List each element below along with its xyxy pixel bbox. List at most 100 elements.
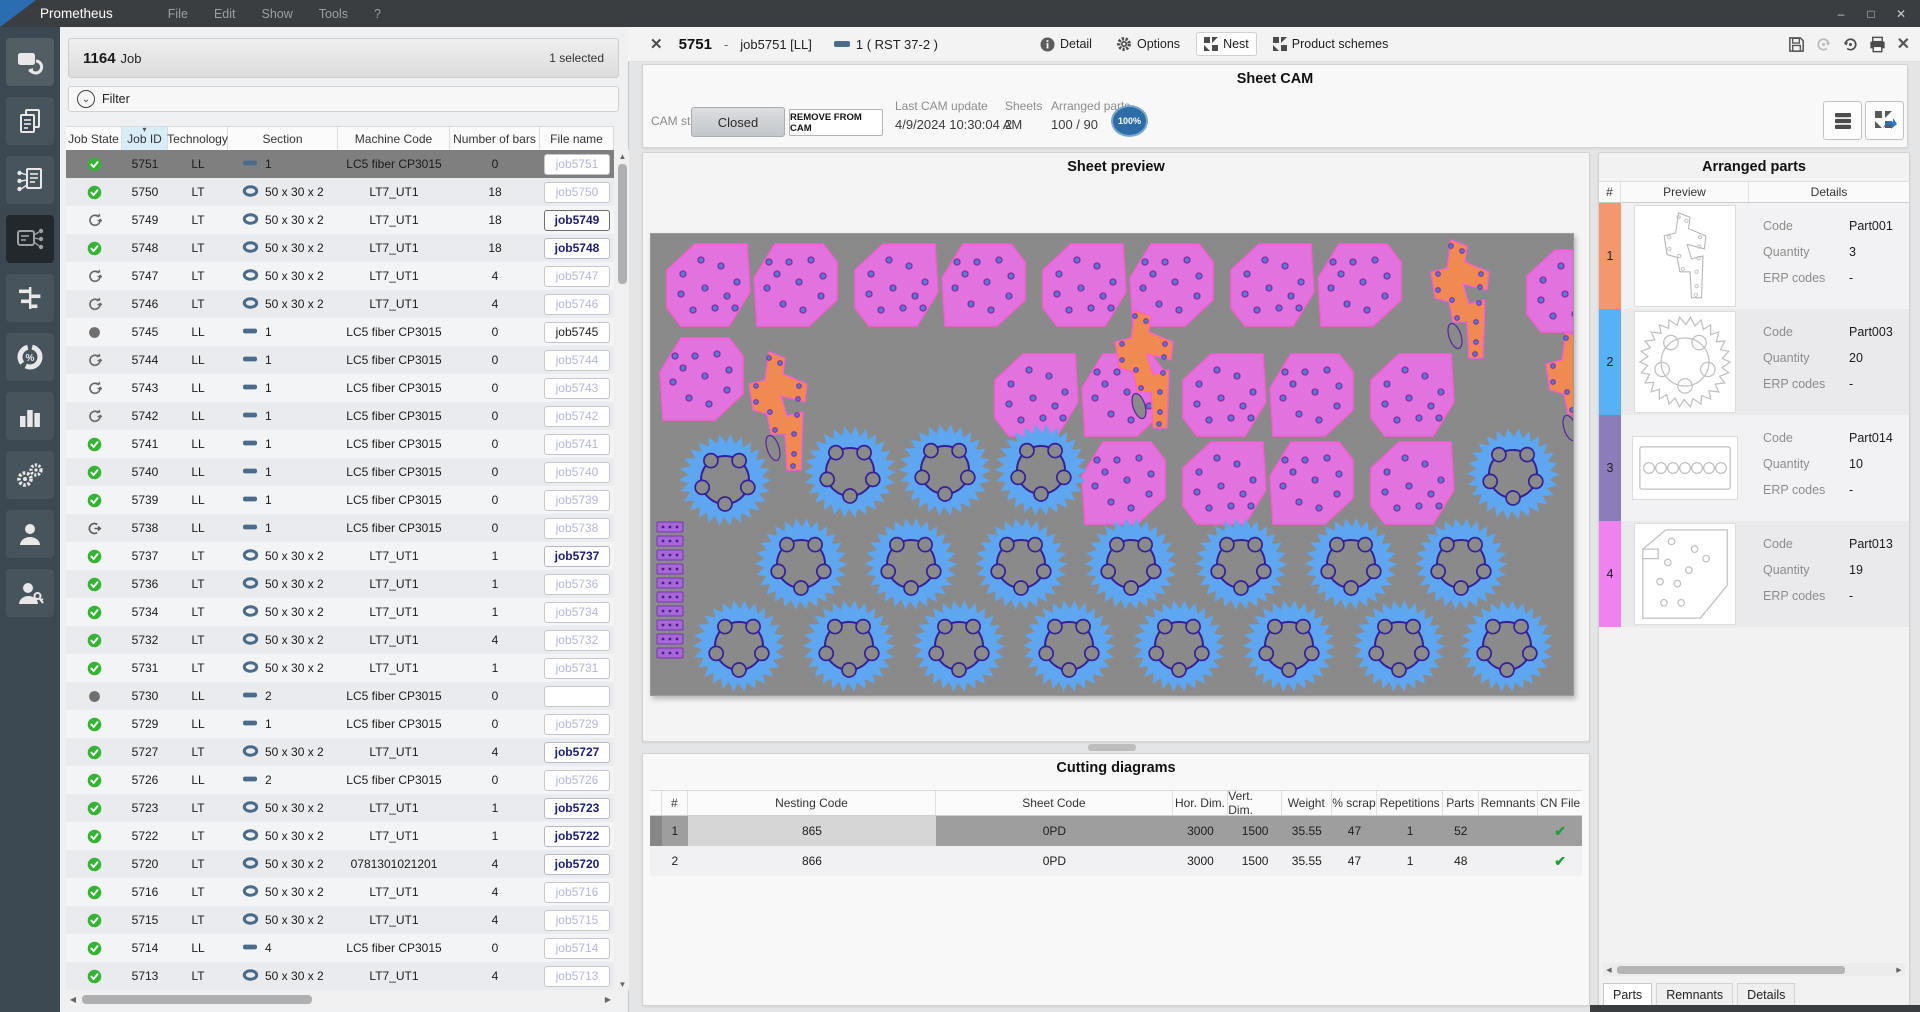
- file-name-input[interactable]: [544, 686, 610, 707]
- file-name-input[interactable]: job5744: [544, 350, 610, 371]
- file-name-input[interactable]: job5726: [544, 770, 610, 791]
- file-name-input[interactable]: job5732: [544, 630, 610, 651]
- file-name-input[interactable]: job5714: [544, 938, 610, 959]
- cutting-row-2[interactable]: 28660PD3000150035.5547148✔: [650, 846, 1582, 876]
- save-icon[interactable]: [1787, 35, 1806, 54]
- tab-details[interactable]: Details: [1737, 983, 1795, 1007]
- table-row-job-5732[interactable]: 5732LT50 x 30 x 2LT7_UT14job5732: [66, 626, 614, 654]
- arranged-part-row-Part001[interactable]: 1CodePart001Quantity3ERP codes-: [1599, 203, 1909, 309]
- file-name-input[interactable]: job5746: [544, 294, 610, 315]
- sidebar-item-documents[interactable]: [6, 97, 54, 145]
- table-row-job-5742[interactable]: 5742LL1LC5 fiber CP30150job5742: [66, 402, 614, 430]
- detail-button[interactable]: Detail: [1033, 33, 1099, 56]
- table-row-job-5729[interactable]: 5729LL1LC5 fiber CP30150job5729: [66, 710, 614, 738]
- cutting-row-1[interactable]: 18650PD3000150035.5547152✔: [650, 816, 1582, 846]
- file-name-input[interactable]: job5727: [544, 742, 610, 763]
- file-name-input[interactable]: job5722: [544, 826, 610, 847]
- remove-from-cam-button[interactable]: REMOVE FROM CAM: [789, 109, 883, 136]
- column-header-cnfile[interactable]: CN File: [1538, 791, 1582, 815]
- file-name-input[interactable]: job5749: [544, 210, 610, 231]
- table-row-job-5751[interactable]: 5751LL1LC5 fiber CP30150job5751: [66, 150, 614, 178]
- table-row-job-5745[interactable]: 5745LL1LC5 fiber CP30150job5745: [66, 318, 614, 346]
- part-preview-image[interactable]: [1633, 437, 1737, 499]
- table-row-job-5747[interactable]: 5747LT50 x 30 x 2LT7_UT14job5747: [66, 262, 614, 290]
- file-name-input[interactable]: job5747: [544, 266, 610, 287]
- part-preview-image[interactable]: [1635, 206, 1735, 306]
- file-name-input[interactable]: job5740: [544, 462, 610, 483]
- column-header-number-of-bars[interactable]: Number of bars: [450, 127, 540, 151]
- file-name-input[interactable]: job5731: [544, 658, 610, 679]
- table-row-job-5738[interactable]: 5738LL1LC5 fiber CP30150job5738: [66, 514, 614, 542]
- sheet-preview-canvas[interactable]: [650, 233, 1574, 696]
- arranged-part-row-Part014[interactable]: 3CodePart014Quantity10ERP codes-: [1599, 415, 1909, 521]
- table-row-job-5730[interactable]: 5730LL2LC5 fiber CP30150: [66, 682, 614, 710]
- column-header-file-name[interactable]: File name: [540, 127, 614, 151]
- scroll-left-icon[interactable]: ◀: [1603, 966, 1615, 974]
- arranged-hscrollbar[interactable]: ◀ ▶: [1603, 963, 1905, 976]
- file-name-input[interactable]: job5742: [544, 406, 610, 427]
- file-name-input[interactable]: job5738: [544, 518, 610, 539]
- sidebar-item-percent-donut[interactable]: %: [6, 333, 54, 381]
- undo-icon[interactable]: [1841, 35, 1860, 54]
- scroll-up-icon[interactable]: ▲: [616, 150, 629, 162]
- table-row-job-5727[interactable]: 5727LT50 x 30 x 2LT7_UT14job5727: [66, 738, 614, 766]
- tab-parts[interactable]: Parts: [1603, 983, 1652, 1007]
- column-header-#[interactable]: #: [662, 791, 688, 815]
- sidebar-item-align-bars[interactable]: [6, 274, 54, 322]
- table-row-job-5749[interactable]: 5749LT50 x 30 x 2LT7_UT118job5749: [66, 206, 614, 234]
- table-row-job-5726[interactable]: 5726LL2LC5 fiber CP30150job5726: [66, 766, 614, 794]
- file-name-input[interactable]: job5715: [544, 910, 610, 931]
- close-panel-icon[interactable]: ✕: [1897, 34, 1910, 54]
- column-header-weight[interactable]: Weight: [1282, 791, 1332, 815]
- sidebar-item-gears[interactable]: [6, 451, 54, 499]
- file-name-input[interactable]: job5743: [544, 378, 610, 399]
- table-row-job-5716[interactable]: 5716LT50 x 30 x 2LT7_UT14job5716: [66, 878, 614, 906]
- table-row-job-5746[interactable]: 5746LT50 x 30 x 2LT7_UT14job5746: [66, 290, 614, 318]
- table-row-job-5723[interactable]: 5723LT50 x 30 x 2LT7_UT11job5723: [66, 794, 614, 822]
- close-icon[interactable]: ✕: [1886, 0, 1916, 27]
- menu-file[interactable]: File: [168, 7, 188, 21]
- table-row-job-5731[interactable]: 5731LT50 x 30 x 2LT7_UT11job5731: [66, 654, 614, 682]
- column-header-nestingcode[interactable]: Nesting Code: [688, 791, 936, 815]
- file-name-input[interactable]: job5750: [544, 182, 610, 203]
- sidebar-item-import-document[interactable]: [6, 156, 54, 204]
- scroll-right-icon[interactable]: ▶: [1893, 966, 1905, 974]
- file-name-input[interactable]: job5734: [544, 602, 610, 623]
- table-row-job-5743[interactable]: 5743LL1LC5 fiber CP30150job5743: [66, 374, 614, 402]
- vscroll-thumb[interactable]: [618, 164, 627, 284]
- column-header-machine-code[interactable]: Machine Code: [338, 127, 450, 151]
- file-name-input[interactable]: job5720: [544, 854, 610, 875]
- file-name-input[interactable]: job5723: [544, 798, 610, 819]
- sidebar-item-user-key[interactable]: [6, 569, 54, 617]
- table-row-job-5740[interactable]: 5740LL1LC5 fiber CP30150job5740: [66, 458, 614, 486]
- table-row-job-5722[interactable]: 5722LT50 x 30 x 2LT7_UT11job5722: [66, 822, 614, 850]
- file-name-input[interactable]: job5737: [544, 546, 610, 567]
- print-icon[interactable]: [1868, 35, 1887, 54]
- table-row-job-5714[interactable]: 5714LL4LC5 fiber CP30150job5714: [66, 934, 614, 962]
- file-name-input[interactable]: job5745: [544, 322, 610, 343]
- table-row-job-5750[interactable]: 5750LT50 x 30 x 2LT7_UT118job5750: [66, 178, 614, 206]
- column-header-section[interactable]: Section: [228, 127, 338, 151]
- filter-bar[interactable]: ⌄ Filter: [68, 86, 619, 112]
- redo-icon[interactable]: [1814, 35, 1833, 54]
- splitter-handle[interactable]: [1088, 744, 1136, 751]
- job-table-hscrollbar[interactable]: ◀ ▶: [66, 992, 615, 1006]
- table-row-job-5736[interactable]: 5736LT50 x 30 x 2LT7_UT11job5736: [66, 570, 614, 598]
- nest-export-button[interactable]: [1865, 101, 1904, 140]
- scroll-right-icon[interactable]: ▶: [601, 995, 615, 1004]
- table-row-job-5741[interactable]: 5741LL1LC5 fiber CP30150job5741: [66, 430, 614, 458]
- table-row-job-5720[interactable]: 5720LT50 x 30 x 207813010212014job5720: [66, 850, 614, 878]
- column-header-repetitions[interactable]: Repetitions: [1377, 791, 1443, 815]
- close-job-icon[interactable]: ✕: [650, 35, 663, 53]
- nest-tab[interactable]: Nest: [1197, 33, 1256, 55]
- part-preview-image[interactable]: [1635, 524, 1735, 624]
- sidebar-item-export-document[interactable]: [6, 215, 54, 263]
- file-name-input[interactable]: job5729: [544, 714, 610, 735]
- menu-show[interactable]: Show: [262, 7, 293, 21]
- menu-help[interactable]: ?: [374, 7, 381, 21]
- column-header-parts[interactable]: Parts: [1443, 791, 1479, 815]
- table-row-job-5737[interactable]: 5737LT50 x 30 x 2LT7_UT11job5737: [66, 542, 614, 570]
- table-row-job-5715[interactable]: 5715LT50 x 30 x 2LT7_UT14job5715: [66, 906, 614, 934]
- table-row-job-5744[interactable]: 5744LL1LC5 fiber CP30150job5744: [66, 346, 614, 374]
- column-header-job-state[interactable]: Job State: [66, 127, 122, 151]
